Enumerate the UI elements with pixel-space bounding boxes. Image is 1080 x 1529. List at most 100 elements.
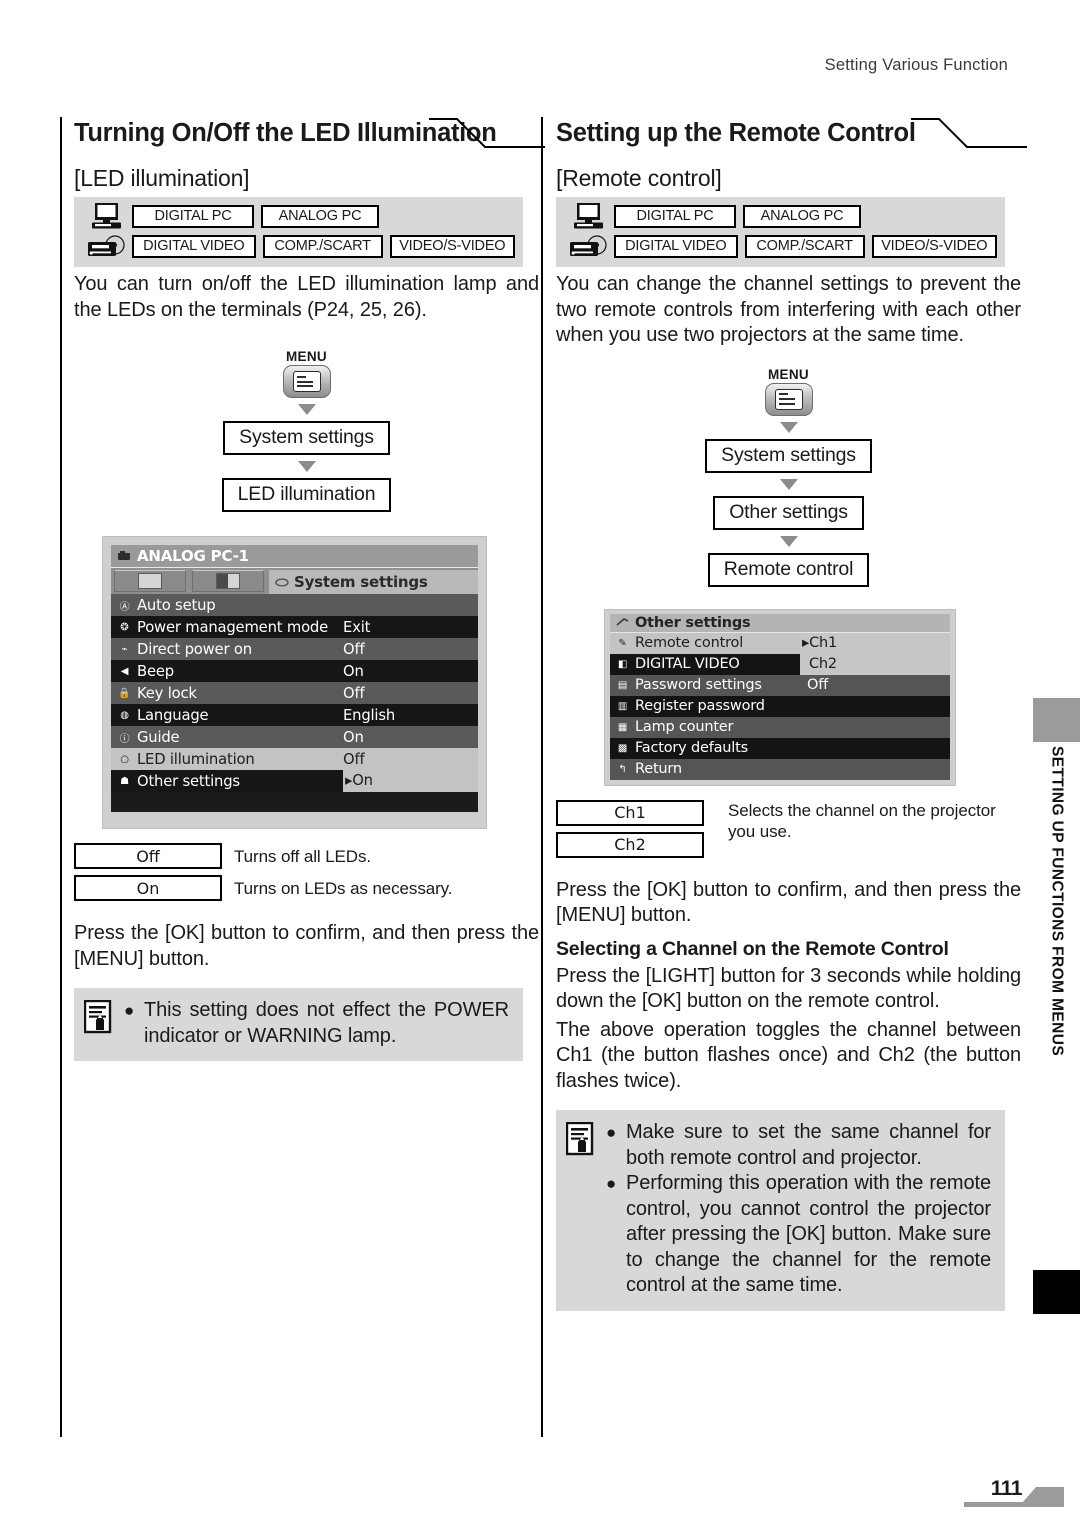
option-row-ch1: Ch1 Selects the channel on the projector…: [556, 799, 1021, 841]
flow-step-other-settings: Other settings: [713, 495, 864, 530]
right-heading: Setting up the Remote Control: [556, 119, 916, 147]
option-row-ch2: Ch2: [556, 831, 1021, 858]
right-paragraph-light-button: Press the [LIGHT] button for 3 seconds w…: [556, 964, 1021, 1013]
chip-analog-pc: ANALOG PC: [261, 205, 379, 228]
option-desc-on: Turns on LEDs as necessary.: [234, 879, 453, 898]
osd-row-value: Off: [343, 750, 365, 768]
osd-active-tab-label: System settings: [294, 573, 428, 591]
right-note-body: ● Make sure to set the same channel for …: [606, 1120, 991, 1299]
left-note-body: ● This setting does not effect the POWER…: [124, 998, 509, 1049]
system-settings-icon: [275, 577, 289, 587]
osd-row-label: Other settings: [137, 772, 240, 790]
right-confirm-paragraph: Press the [OK] button to confirm, and th…: [556, 878, 1021, 927]
osd-row-led-illumination[interactable]: ○ LED illumination Off: [111, 748, 478, 770]
option-key-on: On: [74, 875, 222, 901]
osd-row-value: ▸Ch1: [800, 632, 950, 654]
osd-row-label: LED illumination: [137, 750, 255, 768]
osd-row-lamp-counter[interactable]: ▦ Lamp counter: [610, 716, 950, 738]
auto-icon: Ⓐ: [119, 601, 130, 613]
option-key-ch1: Ch1: [556, 799, 704, 826]
compat-row-pc: DIGITAL PC ANALOG PC: [82, 203, 515, 230]
osd-title-bar: Other settings: [610, 613, 950, 633]
left-column: Turning On/Off the LED Illumination [LED…: [74, 117, 545, 1061]
osd-title-text: Other settings: [635, 614, 751, 631]
note-item-text: This setting does not effect the POWER i…: [144, 999, 509, 1047]
flow-arrow-icon: [297, 404, 316, 415]
osd-row-label: Password settings: [635, 677, 762, 693]
osd-row-register-password[interactable]: ▥ Register password: [610, 695, 950, 717]
osd-row-label: Language: [137, 706, 209, 724]
speaker-icon: ◀: [120, 665, 129, 677]
osd-footer: [111, 792, 478, 812]
osd-row-key-lock[interactable]: 🔒 Key lock Off: [111, 682, 478, 704]
osd-row-return[interactable]: ↰ Return: [610, 758, 950, 780]
left-osd-screenshot: ANALOG PC-1 System settings Ⓐ Auto setup: [102, 536, 487, 829]
chip-analog-pc: ANALOG PC: [743, 205, 861, 228]
osd-row-password-settings[interactable]: ▤ Password settings Off: [610, 674, 950, 696]
osd-row-other-settings[interactable]: ☗ Other settings ▸On: [111, 770, 478, 792]
option-row-off: Off Turns off all LEDs.: [74, 843, 539, 869]
return-icon: ↰: [618, 763, 627, 775]
led-icon: ○: [120, 753, 129, 765]
flow-step-system-settings: System settings: [705, 438, 872, 473]
osd-row-direct-power-on[interactable]: ⌁ Direct power on Off: [111, 638, 478, 660]
memo-note-icon: [565, 1120, 606, 1299]
menu-button-icon: [764, 382, 813, 416]
video-player-icon: [564, 234, 614, 259]
image-tab-icon: [138, 573, 162, 589]
osd-row-beep[interactable]: ◀ Beep On: [111, 660, 478, 682]
flow-step-led-illumination: LED illumination: [221, 478, 392, 512]
osd-title-text: ANALOG PC-1: [137, 547, 249, 565]
bullet-icon: ●: [606, 1123, 617, 1142]
note-item: ● Make sure to set the same channel for …: [606, 1120, 991, 1171]
osd-row-guide[interactable]: ⓘ Guide On: [111, 726, 478, 748]
left-section-header: Turning On/Off the LED Illumination: [74, 117, 545, 161]
osd-row-language[interactable]: ◍ Language English: [111, 704, 478, 726]
osd-row-value: Exit: [343, 618, 371, 636]
other-settings-icon: [616, 618, 629, 626]
flow-arrow-icon: [779, 478, 798, 490]
osd-row-auto-setup[interactable]: Ⓐ Auto setup: [111, 594, 478, 616]
osd-row-factory-defaults[interactable]: ▩ Factory defaults: [610, 737, 950, 759]
osd-row-label: Lamp counter: [635, 719, 734, 735]
flow-arrow-icon: [779, 535, 798, 547]
left-flow-diagram: MENU System settings LED illumination: [74, 349, 539, 512]
left-compatibility-band: DIGITAL PC ANALOG PC DIGITAL VIDEO COMP.…: [74, 197, 523, 267]
osd-row-label: Guide: [137, 728, 180, 746]
flow-arrow-icon: [779, 421, 798, 433]
right-intro-paragraph: You can change the channel settings to p…: [556, 273, 1021, 346]
osd-row-remote-control[interactable]: ✎ Remote control ▸Ch1: [610, 632, 950, 654]
osd-row-value: On: [343, 728, 364, 746]
osd-tab-bar: System settings: [111, 567, 478, 594]
chip-video-s-video: VIDEO/S-VIDEO: [389, 235, 515, 258]
osd-row-label: Register password: [635, 698, 765, 714]
osd-row-power-management-mode[interactable]: ❂ Power management mode Exit: [111, 616, 478, 638]
chip-video-s-video: VIDEO/S-VIDEO: [871, 235, 997, 258]
right-note-box: ● Make sure to set the same channel for …: [556, 1110, 1005, 1311]
note-item: ● Performing this operation with the rem…: [606, 1171, 991, 1299]
option-desc-off: Turns off all LEDs.: [234, 847, 371, 866]
osd-row-label: Key lock: [137, 684, 197, 702]
lock-icon: 🔒: [118, 687, 131, 699]
left-note-box: ● This setting does not effect the POWER…: [74, 988, 523, 1061]
side-tab: SETTING UP FUNCTIONS FROM MENUS: [1033, 742, 1080, 1142]
osd-tab-system-settings[interactable]: System settings: [269, 570, 478, 594]
right-section-header: Setting up the Remote Control: [556, 117, 1027, 161]
compat-row-video: DIGITAL VIDEO COMP./SCART VIDEO/S-VIDEO: [82, 233, 515, 260]
osd-row-digital-video[interactable]: ◧ DIGITAL VIDEO Ch2: [610, 653, 950, 675]
display-tab-icon: [216, 573, 240, 589]
side-tab-marker-bottom: [1033, 1270, 1080, 1314]
chip-comp-scart: COMP./SCART: [744, 235, 865, 258]
bullet-icon: ●: [124, 1001, 135, 1020]
power-icon: ❂: [120, 621, 129, 633]
osd-tab-image[interactable]: [114, 570, 186, 592]
osd-row-value: ▸On: [343, 770, 478, 792]
osd-tab-display[interactable]: [192, 570, 264, 592]
osd-row-value: Off: [343, 684, 365, 702]
osd-row-label: Factory defaults: [635, 740, 748, 756]
osd-row-value: Off: [807, 677, 829, 693]
video-player-icon: [82, 234, 132, 259]
menu-button-icon: [282, 365, 331, 398]
flow-arrow-icon: [297, 461, 316, 472]
osd-row-value: On: [343, 662, 364, 680]
